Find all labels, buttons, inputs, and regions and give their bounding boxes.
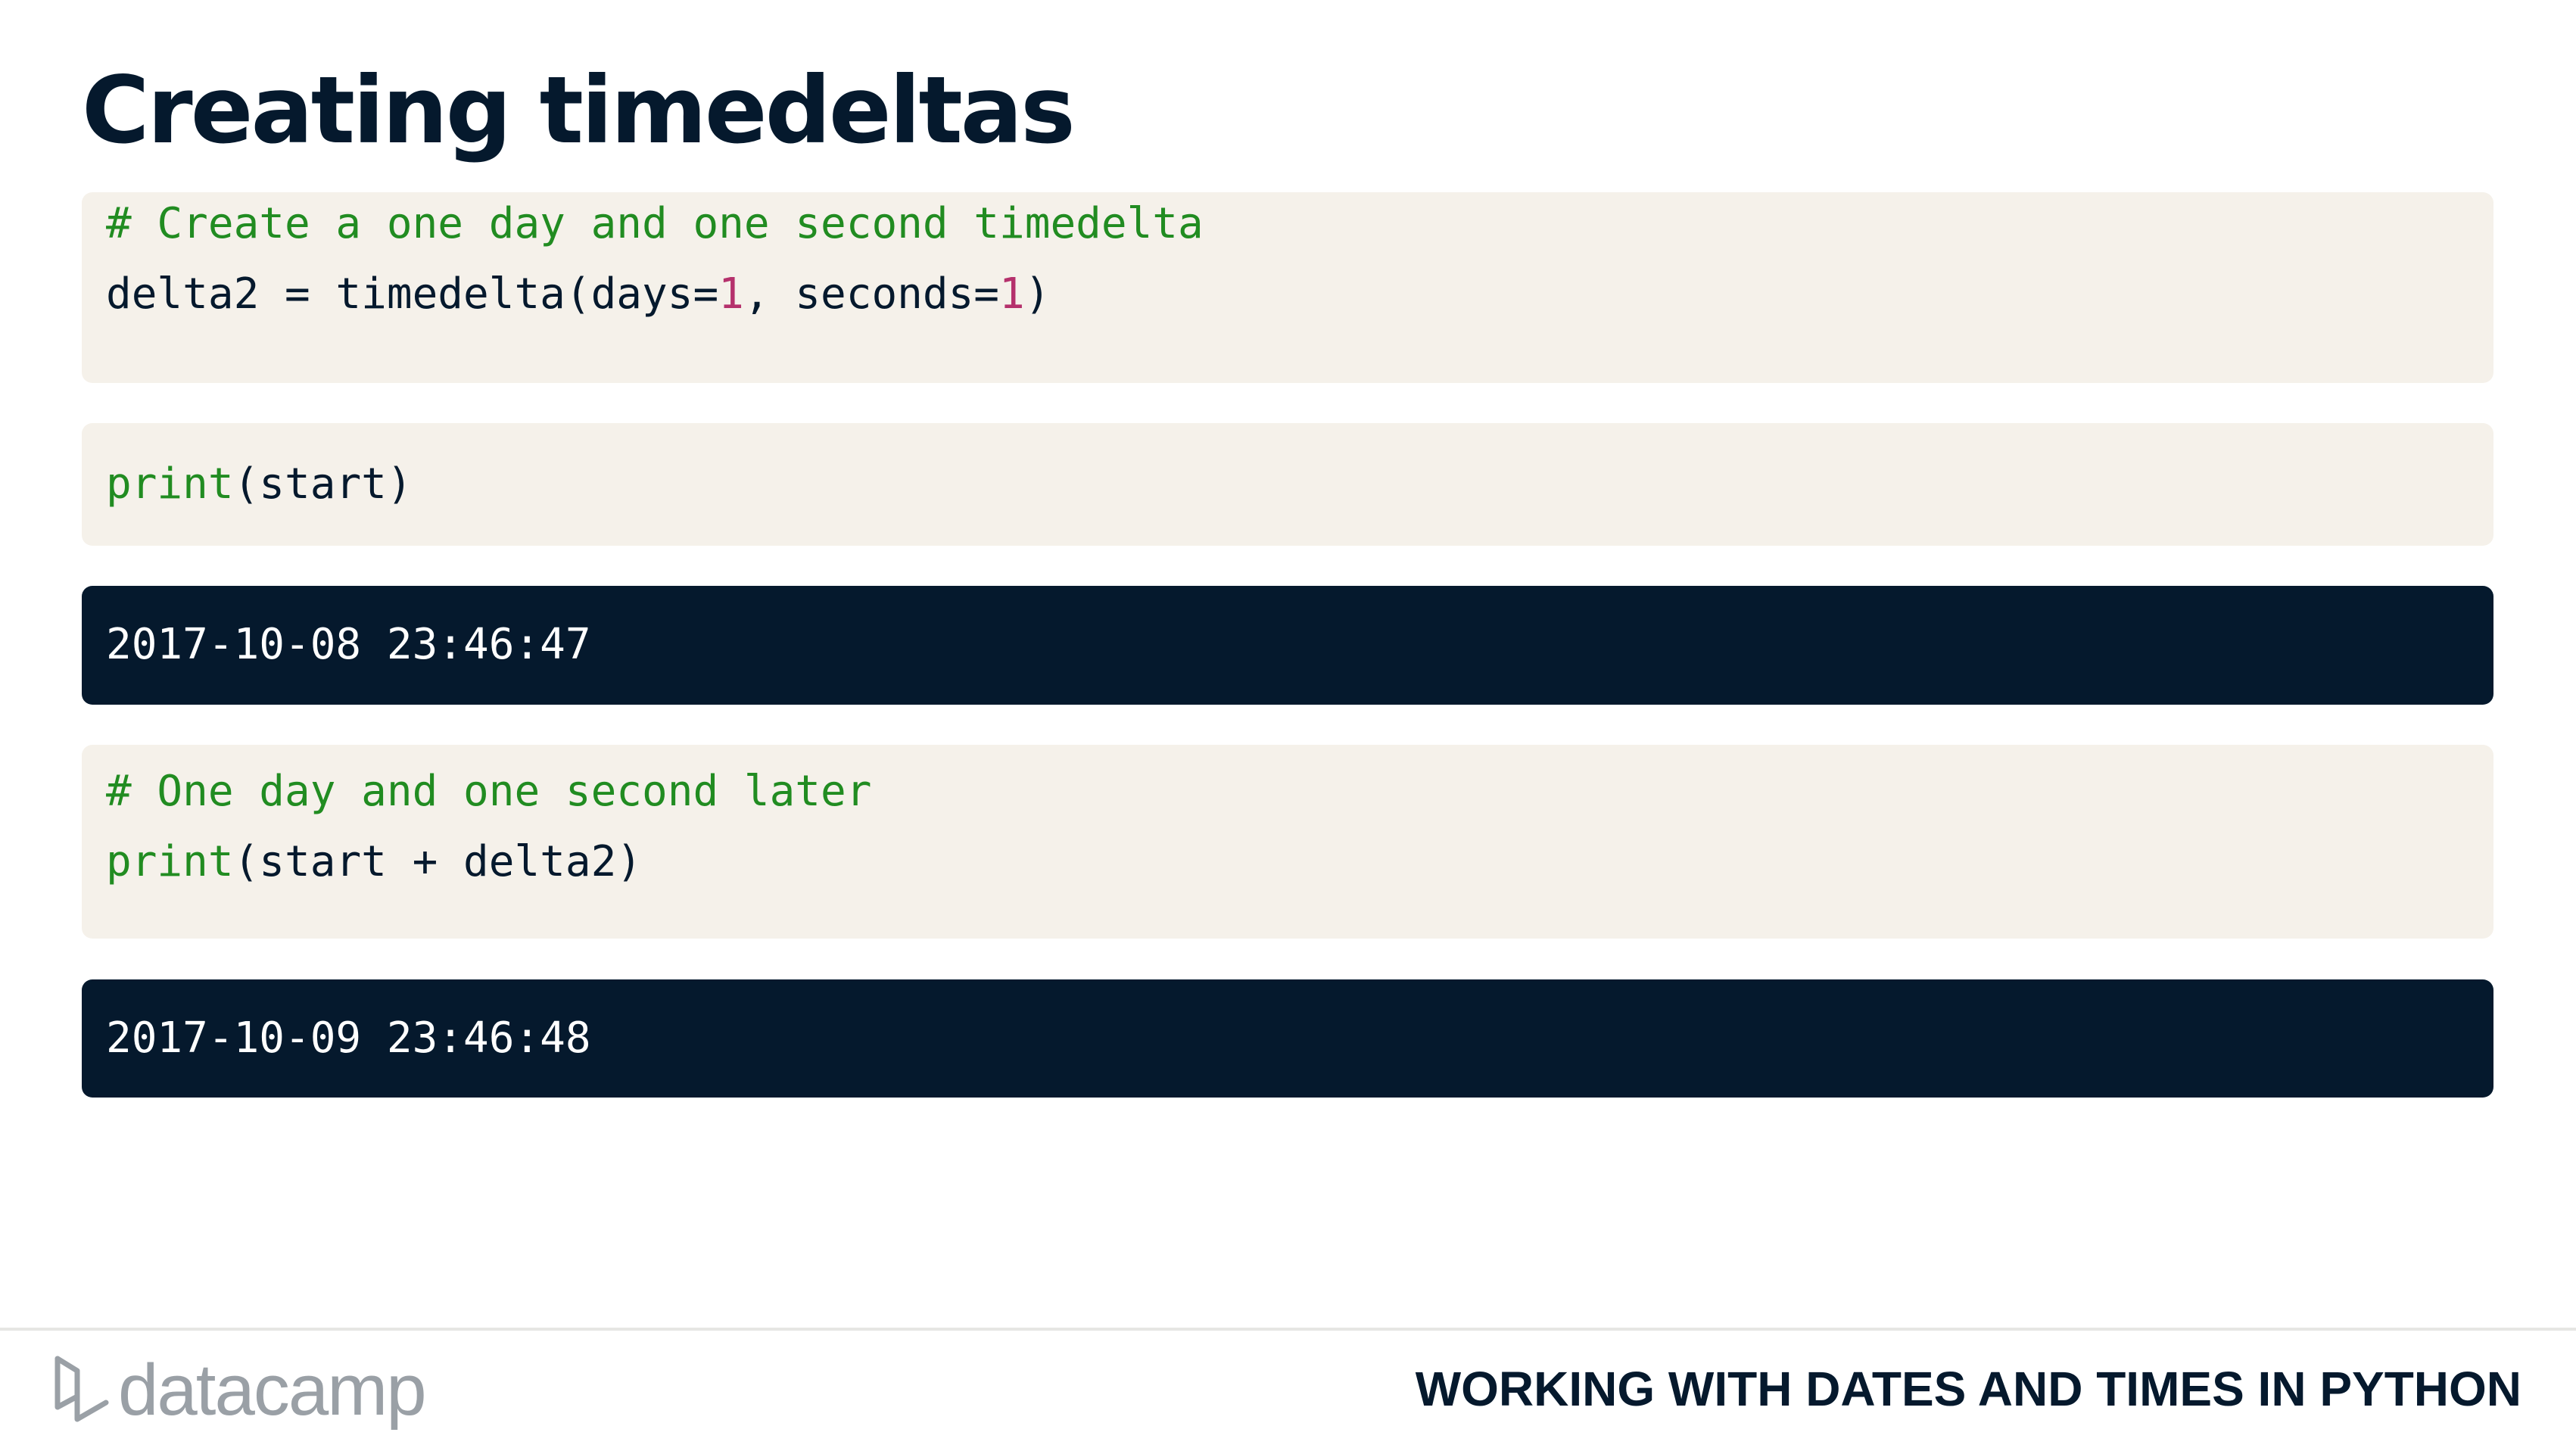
code-text: (start + delta2) (233, 837, 643, 886)
slide-title: Creating timedeltas (82, 57, 1076, 164)
footer-divider (0, 1328, 2576, 1331)
code-line: print(start) (106, 458, 413, 511)
code-block-output: 2017-10-09 23:46:48 (82, 979, 2493, 1098)
code-line: print(start + delta2) (106, 836, 642, 889)
code-line: delta2 = timedelta(days=1, seconds=1) (106, 268, 1050, 321)
datacamp-logo-icon (55, 1356, 109, 1422)
code-text: (start) (233, 459, 413, 509)
code-line: # One day and one second later (106, 765, 871, 818)
output-line: 2017-10-09 23:46:48 (106, 1014, 591, 1063)
code-block-input: # One day and one second later print(sta… (82, 745, 2493, 939)
code-line: # Create a one day and one second timede… (106, 198, 1204, 251)
code-builtin: print (106, 459, 234, 509)
code-comment: # One day and one second later (106, 767, 872, 816)
code-number: 1 (999, 269, 1025, 319)
logo-wordmark: datacamp (118, 1350, 427, 1431)
output-line: 2017-10-08 23:46:47 (106, 620, 591, 669)
code-block-output: 2017-10-08 23:46:47 (82, 586, 2493, 705)
code-block-input: # Create a one day and one second timede… (82, 192, 2493, 383)
code-text: , seconds= (743, 269, 1000, 319)
course-title: WORKING WITH DATES AND TIMES IN PYTHON (1415, 1362, 2521, 1416)
code-block-input: print(start) (82, 423, 2493, 546)
code-builtin: print (106, 837, 234, 886)
code-number: 1 (718, 269, 744, 319)
code-comment: # Create a one day and one second timede… (106, 199, 1204, 248)
code-text: ) (1024, 269, 1051, 319)
code-text: delta2 = timedelta(days= (106, 269, 719, 319)
datacamp-logo: datacamp (51, 1350, 427, 1431)
